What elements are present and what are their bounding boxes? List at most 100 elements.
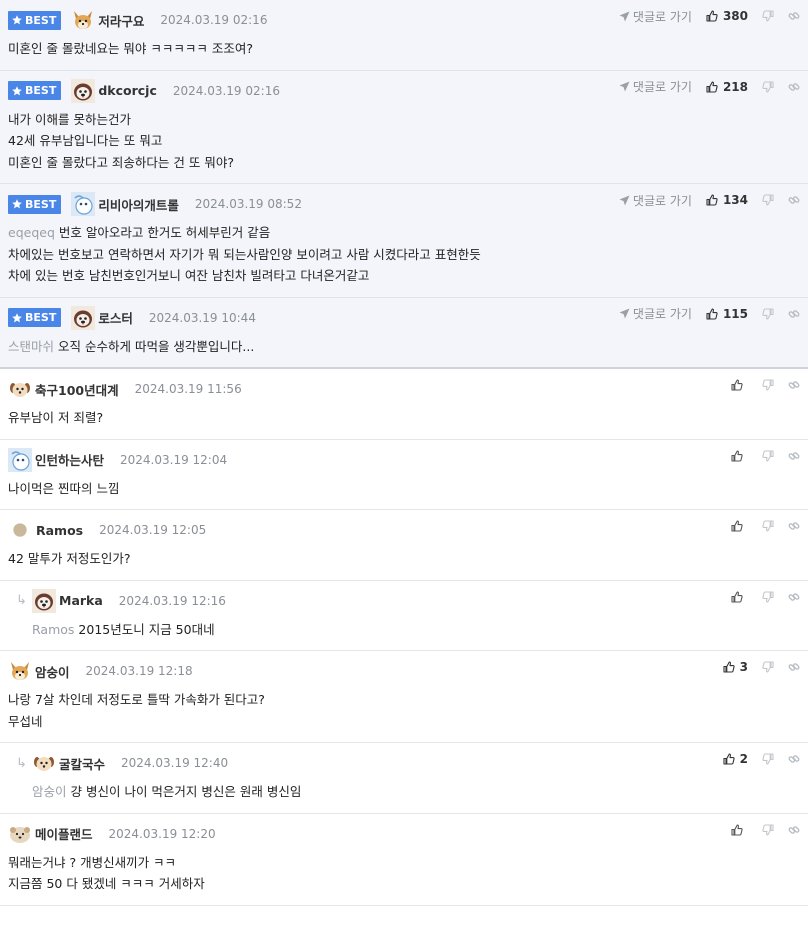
circle-avatar[interactable] (12, 522, 28, 538)
link-icon (788, 81, 800, 93)
like-button[interactable]: 218 (706, 80, 748, 94)
star-icon (12, 199, 25, 209)
dislike-button[interactable] (762, 590, 774, 603)
comment-text: 뭐래는거냐 ? 개병신새끼가 ㅋㅋ (8, 854, 177, 870)
thumbs-up-icon (706, 10, 723, 22)
thumbs-up-icon (731, 590, 748, 603)
link-icon (788, 661, 800, 673)
comment-text: 미혼인 줄 몰랐다고 죄송하다는 건 또 뭐야? (8, 154, 234, 170)
nickname[interactable]: Ramos (36, 523, 83, 538)
like-button[interactable]: 3 (723, 660, 748, 674)
mention-nick[interactable]: 스탠마쉬 (8, 339, 54, 354)
comment-date: 2024.03.19 12:04 (120, 452, 228, 467)
goto-comment-label: 댓글로 가기 (632, 80, 692, 94)
like-button[interactable] (731, 823, 748, 836)
like-button[interactable]: 134 (706, 193, 748, 207)
comment-header: Ramos 2024.03.19 12:05 (8, 517, 800, 543)
copy-link-button[interactable] (788, 194, 800, 206)
dislike-button[interactable] (762, 449, 774, 462)
like-button[interactable] (731, 449, 748, 462)
nickname[interactable]: 축구100년대계 (35, 380, 119, 399)
comment-list: BEST 저라구요 2024.03.19 02:16 댓글로 가기 380 미혼인 줄 몰… (0, 0, 808, 906)
copy-link-button[interactable] (788, 520, 800, 532)
copy-link-button[interactable] (788, 10, 800, 22)
comment-body: 미혼인 줄 몰랐네요는 뭐야 ㅋㅋㅋㅋㅋ 조조여? (8, 33, 800, 70)
copy-link-button[interactable] (788, 379, 800, 391)
mention-nick[interactable]: 암숭이 (32, 784, 67, 799)
copy-link-button[interactable] (788, 661, 800, 673)
shiba-avatar[interactable] (71, 8, 95, 32)
copy-link-button[interactable] (788, 81, 800, 93)
nickname[interactable]: 굴칼국수 (59, 754, 105, 773)
goto-comment-link[interactable]: 댓글로 가기 (619, 192, 692, 209)
comment-line: 뭐래는거냐 ? 개병신새끼가 ㅋㅋ (8, 852, 800, 874)
comment-body: 유부남이 저 죄렬? (8, 402, 800, 439)
goto-comment-link[interactable]: 댓글로 가기 (619, 8, 692, 25)
dislike-button[interactable] (762, 307, 774, 320)
star-icon (12, 85, 25, 96)
link-icon (788, 308, 800, 320)
dislike-button[interactable] (762, 520, 774, 532)
thumbs-down-icon (762, 590, 774, 603)
nickname[interactable]: dkcorcjc (98, 83, 157, 98)
best-badge: BEST (8, 10, 62, 30)
comment-line: eqeqeq 번호 알아오라고 한거도 허세부린거 같음 (8, 222, 800, 244)
reply-arrow-icon: ↳ (16, 755, 27, 771)
link-icon (788, 591, 800, 603)
dog-avatar[interactable] (32, 751, 56, 775)
link-icon (788, 450, 800, 462)
thumbs-down-icon (762, 449, 774, 462)
mention-nick[interactable]: Ramos (32, 622, 74, 637)
nickname[interactable]: 리비아의개트롤 (98, 195, 179, 214)
comment-date: 2024.03.19 10:44 (148, 310, 256, 325)
goto-comment-link[interactable]: 댓글로 가기 (619, 305, 692, 322)
dislike-button[interactable] (762, 823, 774, 836)
nickname[interactable]: 저라구요 (98, 11, 144, 30)
like-button[interactable]: 115 (706, 307, 748, 321)
dislike-button[interactable] (762, 194, 774, 206)
nickname[interactable]: 로스터 (98, 308, 133, 327)
like-button[interactable] (731, 520, 748, 532)
pug-avatar[interactable] (71, 78, 96, 103)
comment-text: 나이먹은 찐따의 느낌 (8, 480, 120, 496)
thumbs-down-icon (762, 194, 774, 206)
comment-date: 2024.03.19 12:20 (108, 826, 216, 841)
blue-avatar[interactable] (71, 192, 96, 216)
copy-link-button[interactable] (788, 308, 800, 320)
comment: 인턴하는사탄 2024.03.19 12:04 나이먹은 찐따의 느낌 (0, 440, 808, 510)
dislike-button[interactable] (762, 10, 774, 22)
dislike-button[interactable] (762, 753, 774, 765)
copy-link-button[interactable] (788, 824, 800, 836)
pug-avatar[interactable] (32, 588, 56, 613)
shiba-avatar[interactable] (8, 659, 32, 683)
dog-avatar[interactable] (8, 377, 32, 401)
dislike-button[interactable] (762, 661, 774, 673)
like-button[interactable] (731, 379, 748, 391)
comment-actions (717, 589, 800, 605)
nickname[interactable]: 암숭이 (35, 662, 70, 681)
like-button[interactable]: 380 (706, 9, 748, 23)
thumbs-up-icon (731, 379, 748, 391)
copy-link-button[interactable] (788, 753, 800, 765)
copy-link-button[interactable] (788, 591, 800, 603)
seal-avatar[interactable] (8, 822, 32, 846)
copy-link-button[interactable] (788, 450, 800, 462)
mention-nick[interactable]: eqeqeq (8, 225, 55, 240)
like-count: 134 (722, 193, 748, 207)
comment-line: 나이먹은 찐따의 느낌 (8, 478, 800, 500)
like-button[interactable]: 2 (723, 752, 748, 766)
comment-line: 42세 유부남입니다는 또 뭐고 (8, 130, 800, 152)
dislike-button[interactable] (762, 379, 774, 391)
nickname[interactable]: Marka (59, 593, 103, 608)
blue-avatar[interactable] (8, 447, 32, 472)
pug-avatar[interactable] (71, 305, 96, 330)
comment-actions (717, 518, 800, 534)
nickname[interactable]: 인턴하는사탄 (35, 450, 104, 469)
dislike-button[interactable] (762, 80, 774, 93)
nickname[interactable]: 메이플랜드 (35, 824, 93, 843)
goto-comment-label: 댓글로 가기 (632, 307, 692, 321)
like-button[interactable] (731, 590, 748, 603)
goto-comment-link[interactable]: 댓글로 가기 (619, 78, 692, 95)
comment-actions: 댓글로 가기 115 (605, 306, 800, 322)
comment-text: 42세 유부남입니다는 또 뭐고 (8, 133, 163, 148)
